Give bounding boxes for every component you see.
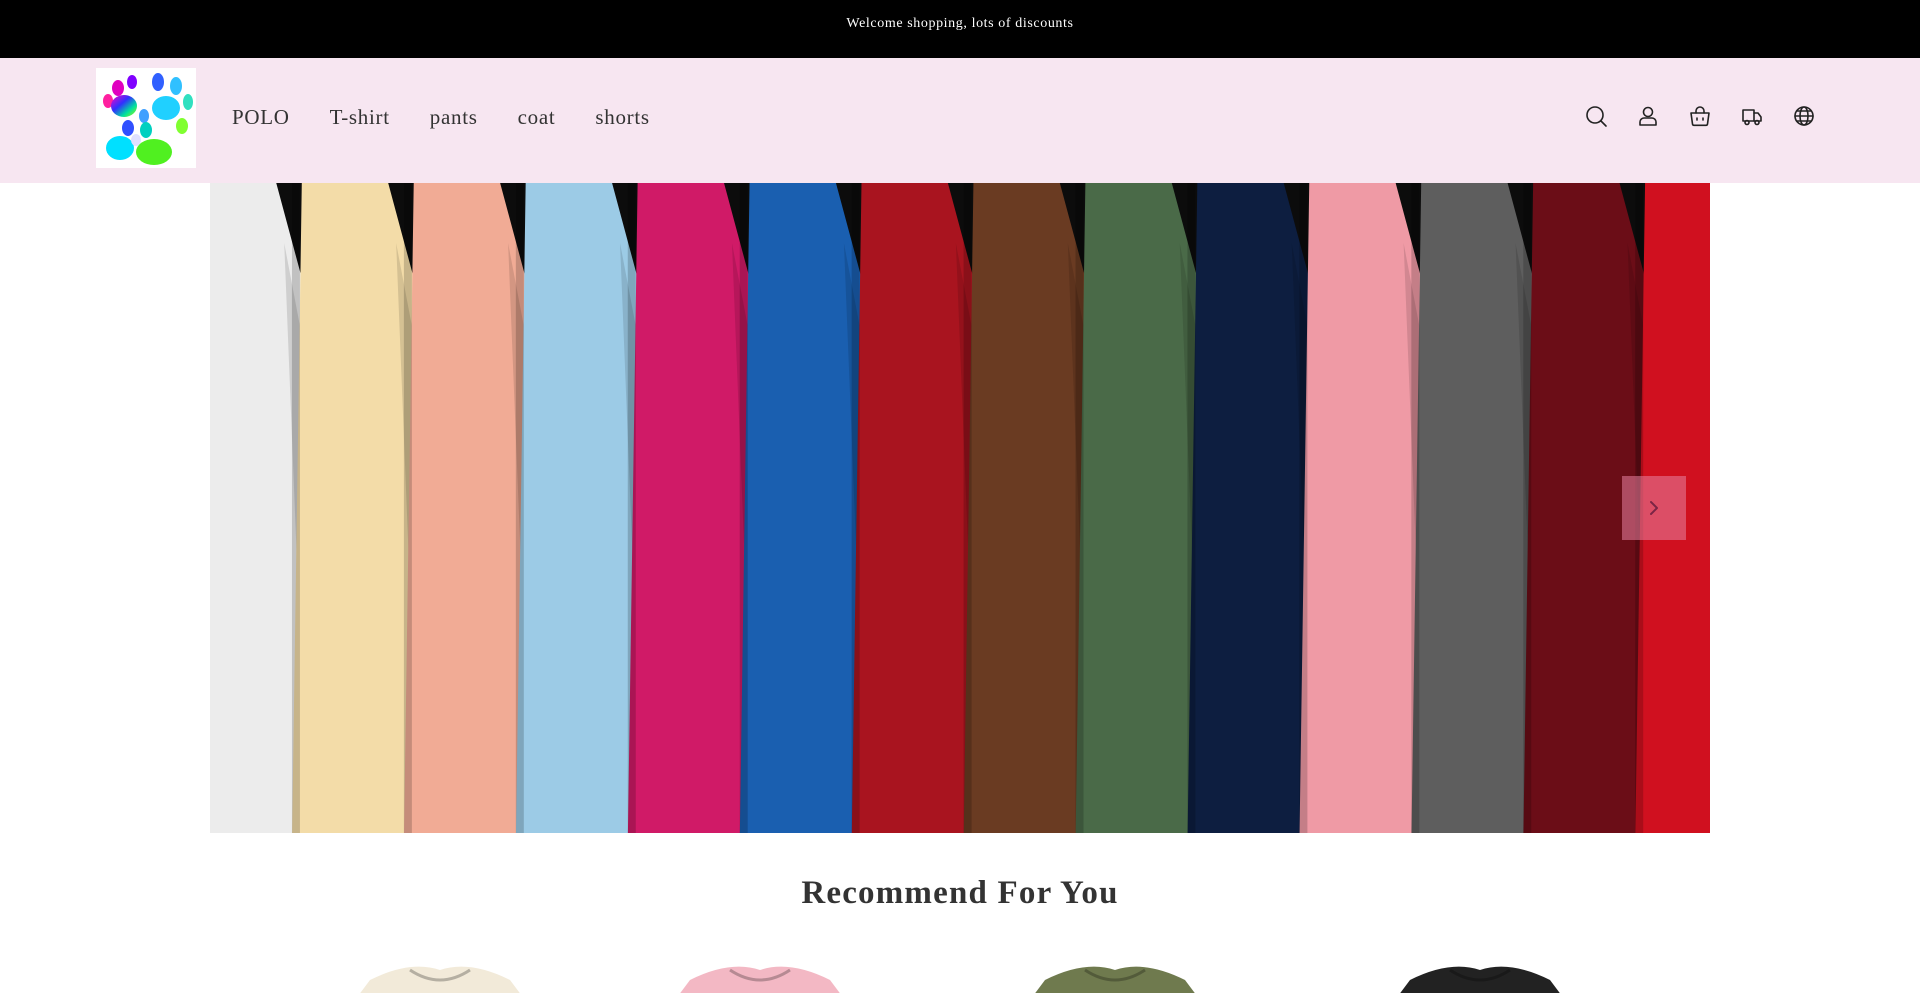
nav-item-shorts[interactable]: shorts [595, 105, 649, 130]
globe-icon[interactable] [1786, 102, 1822, 130]
product-grid [0, 960, 1920, 993]
announcement-bar: Welcome shopping, lots of discounts [0, 0, 1920, 58]
nav-item-tshirt[interactable]: T-shirt [330, 105, 390, 130]
tshirt-thumbnail-icon [360, 966, 520, 993]
nav-item-polo[interactable]: POLO [232, 105, 290, 130]
search-icon[interactable] [1578, 102, 1614, 130]
site-header: POLO T-shirt pants coat shorts [0, 58, 1920, 183]
account-icon[interactable] [1630, 102, 1666, 130]
delivery-truck-icon[interactable] [1734, 102, 1770, 130]
product-card[interactable] [650, 960, 950, 993]
section-title-recommend: Recommend For You [801, 875, 1119, 911]
nav-item-coat[interactable]: coat [518, 105, 556, 130]
header-icons [1578, 102, 1838, 130]
tshirt-thumbnail-icon [1035, 966, 1195, 993]
cart-icon[interactable] [1682, 102, 1718, 130]
announcement-text: Welcome shopping, lots of discounts [846, 16, 1074, 31]
product-card[interactable] [1370, 960, 1670, 993]
tshirt-thumbnail-icon [680, 966, 840, 993]
product-card[interactable] [330, 960, 630, 993]
product-card[interactable] [1005, 960, 1305, 993]
nav-item-pants[interactable]: pants [430, 105, 478, 130]
colorful-tshirts-on-rack [210, 183, 1710, 833]
hero-slideshow[interactable] [210, 183, 1710, 833]
tshirt-thumbnail-icon [1400, 966, 1560, 993]
chevron-right-icon [1650, 501, 1658, 515]
main-nav: POLO T-shirt pants coat shorts [232, 105, 690, 130]
slideshow-next-button[interactable] [1622, 476, 1686, 540]
paw-print-logo-icon[interactable] [96, 68, 196, 168]
